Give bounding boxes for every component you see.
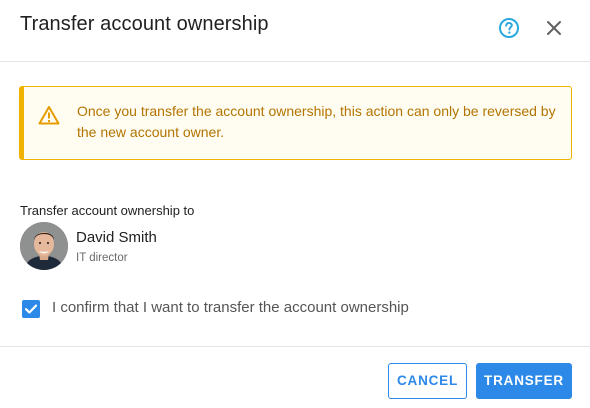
footer-divider: [0, 346, 590, 347]
dialog-header: Transfer account ownership: [0, 0, 590, 60]
user-role: IT director: [76, 252, 128, 264]
dialog-title: Transfer account ownership: [20, 13, 269, 35]
user-name: David Smith: [76, 229, 157, 246]
transfer-button[interactable]: TRANSFER: [476, 363, 572, 399]
recipient-section-label: Transfer account ownership to: [20, 203, 195, 218]
transfer-ownership-dialog: Transfer account ownership Once you tran…: [0, 0, 590, 408]
close-button[interactable]: [543, 17, 565, 39]
confirm-label: I confirm that I want to transfer the ac…: [52, 299, 409, 316]
close-icon: [547, 21, 561, 35]
confirm-checkbox[interactable]: [22, 300, 40, 318]
help-button[interactable]: [498, 17, 520, 39]
header-divider: [0, 61, 590, 62]
warning-triangle-icon: [38, 105, 60, 125]
confirm-checkbox-row[interactable]: I confirm that I want to transfer the ac…: [22, 298, 502, 320]
warning-text: Once you transfer the account ownership,…: [77, 103, 556, 140]
checkmark-icon: [24, 304, 38, 314]
recipient-user: David Smith IT director: [20, 222, 420, 272]
warning-banner: Once you transfer the account ownership,…: [19, 86, 572, 160]
avatar: [20, 222, 68, 270]
cancel-button[interactable]: CANCEL: [388, 363, 467, 399]
help-circle-icon: [499, 18, 519, 38]
